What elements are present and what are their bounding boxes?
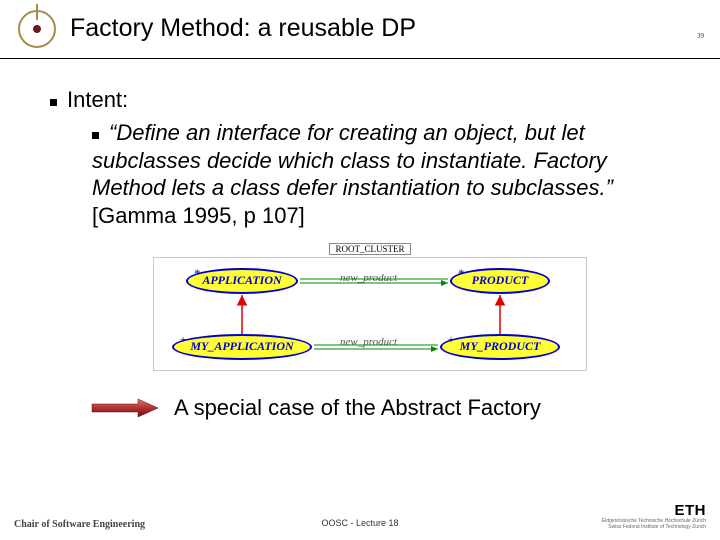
uml-diagram: * APPLICATION * PRODUCT + MY_APPLICATION… [153,257,587,371]
effective-marker-icon: + [448,334,454,346]
diagram-container: ROOT_CLUSTER * APPLICATION * PRODUCT + M… [153,243,587,371]
bullet-icon [92,132,99,139]
callout-text: A special case of the Abstract Factory [174,395,541,421]
logo-icon [12,4,62,54]
eth-logo: ETH [602,502,706,519]
arrow-right-icon [90,397,160,419]
deferred-marker-icon: * [194,266,201,282]
footer-right: ETH Eidgenössische Technische Hochschule… [602,502,706,530]
slide-header: Factory Method: a reusable DP [0,0,720,59]
callout-row: A special case of the Abstract Factory [90,395,690,421]
edge-label-new-product-top: new_product [340,272,397,284]
class-application-label: APPLICATION [202,273,281,287]
slide-footer: Chair of Software Engineering OOSC - Lec… [0,502,720,530]
class-my-product-label: MY_PRODUCT [460,339,541,353]
intent-label: Intent: [67,87,128,112]
slide-title: Factory Method: a reusable DP [70,14,708,43]
class-product: * PRODUCT [450,268,550,294]
deferred-marker-icon: * [458,266,465,282]
class-application: * APPLICATION [186,268,298,294]
footer-left: Chair of Software Engineering [14,519,145,530]
class-product-label: PRODUCT [472,273,529,287]
intent-quote: “Define an interface for creating an obj… [92,120,613,200]
bullet-icon [50,99,57,106]
effective-marker-icon: + [180,334,186,346]
eth-sub2: Swiss Federal Institute of Technology Zu… [602,525,706,531]
class-my-application-label: MY_APPLICATION [190,339,293,353]
intent-quote-block: “Define an interface for creating an obj… [92,119,680,229]
footer-center: OOSC - Lecture 18 [321,518,398,528]
intent-citation: [Gamma 1995, p 107] [92,203,305,228]
intent-heading: Intent: [50,87,690,113]
edge-label-new-product-bottom: new_product [340,336,397,348]
slide-content: Intent: “Define an interface for creatin… [0,59,720,421]
class-my-product: + MY_PRODUCT [440,334,560,360]
class-my-application: + MY_APPLICATION [172,334,312,360]
root-cluster-label: ROOT_CLUSTER [329,243,411,255]
page-number: 39 [697,32,704,40]
